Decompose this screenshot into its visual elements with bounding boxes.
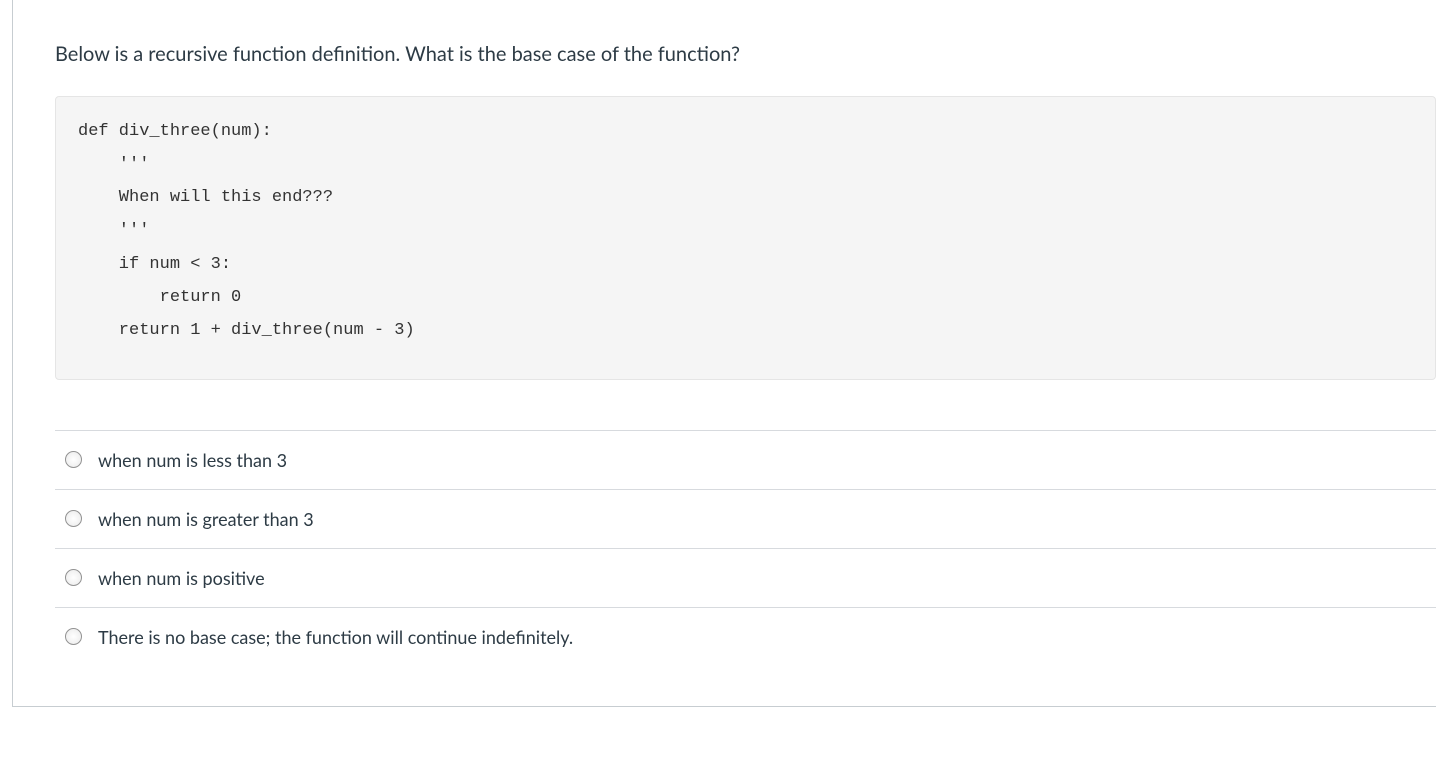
answers-list: when num is less than 3 when num is grea… [55, 430, 1436, 666]
answer-label: when num is greater than 3 [98, 508, 1436, 530]
code-block: def div_three(num): ''' When will this e… [55, 96, 1436, 380]
radio-icon[interactable] [65, 569, 82, 586]
question-container: Below is a recursive function definition… [12, 0, 1436, 707]
radio-icon[interactable] [65, 510, 82, 527]
radio-icon[interactable] [65, 451, 82, 468]
answer-option[interactable]: when num is less than 3 [55, 430, 1436, 489]
answer-label: when num is positive [98, 567, 1436, 589]
radio-icon[interactable] [65, 628, 82, 645]
answer-option[interactable]: when num is greater than 3 [55, 489, 1436, 548]
question-content: Below is a recursive function definition… [13, 0, 1436, 706]
answer-label: There is no base case; the function will… [98, 626, 1436, 648]
question-prompt: Below is a recursive function definition… [55, 40, 1436, 68]
answer-option[interactable]: when num is positive [55, 548, 1436, 607]
answer-label: when num is less than 3 [98, 449, 1436, 471]
answer-option[interactable]: There is no base case; the function will… [55, 607, 1436, 666]
